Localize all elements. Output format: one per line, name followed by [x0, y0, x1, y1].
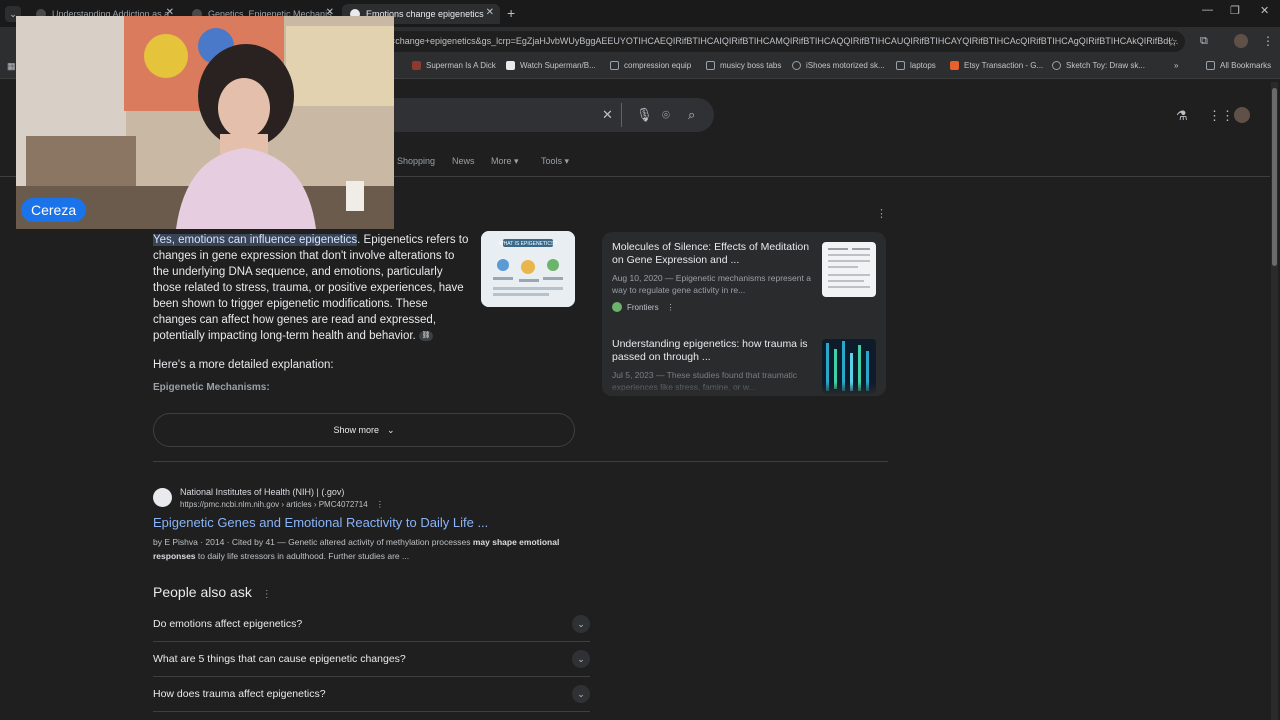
source-thumbnail[interactable]	[822, 242, 876, 297]
source-card-frontiers[interactable]: Molecules of Silence: Effects of Meditat…	[612, 241, 812, 312]
search-divider	[621, 103, 622, 127]
more-options-icon[interactable]: ⋮	[262, 589, 272, 600]
microphone-icon[interactable]: 🎙	[636, 107, 653, 123]
bookmark-musicy-boss-tabs[interactable]: musicy boss tabs	[706, 61, 781, 70]
all-bookmarks[interactable]: All Bookmarks	[1206, 61, 1271, 70]
globe-icon	[1052, 61, 1061, 70]
show-more-button[interactable]: Show more ⌄	[153, 413, 575, 447]
link-icon[interactable]: ⛓	[418, 330, 433, 341]
paa-question-2[interactable]: What are 5 things that can cause epigene…	[153, 642, 590, 677]
minimize-icon[interactable]: —	[1202, 4, 1213, 16]
bookmark-icon	[506, 61, 515, 70]
folder-icon	[610, 61, 619, 70]
etsy-icon	[950, 61, 959, 70]
profile-avatar[interactable]	[1234, 34, 1248, 48]
close-window-icon[interactable]: ✕	[1260, 4, 1269, 17]
result-snippet: by E Pishva · 2014 · Cited by 41 — Genet…	[153, 537, 560, 561]
source-publisher: Frontiers	[627, 302, 659, 312]
sources-panel: Molecules of Silence: Effects of Meditat…	[602, 232, 886, 396]
more-options-icon[interactable]: ⋮	[667, 303, 675, 312]
fade-overlay	[602, 382, 886, 396]
lens-camera-icon[interactable]: ⌾	[662, 107, 670, 123]
chevron-down-icon: ⌄	[386, 424, 395, 435]
overview-body: . Epigenetics refers to changes in gene …	[153, 234, 469, 342]
close-icon[interactable]: ✕	[486, 7, 494, 18]
star-icon[interactable]: ☆	[1167, 35, 1178, 49]
overview-menu-icon[interactable]: ⋮	[876, 207, 887, 220]
tab-shopping[interactable]: Shopping	[397, 156, 435, 166]
menu-icon[interactable]: ⋮	[1262, 34, 1274, 48]
tab-news[interactable]: News	[452, 156, 475, 166]
source-title: Molecules of Silence: Effects of Meditat…	[612, 241, 810, 266]
result-url[interactable]: https://pmc.ncbi.nlm.nih.gov › articles …	[180, 500, 384, 509]
caret-down-icon: ▾	[564, 156, 570, 166]
result-site-name: National Institutes of Health (NIH) | (.…	[180, 487, 345, 497]
more-bookmarks-icon[interactable]: »	[1174, 61, 1178, 70]
extensions-icon[interactable]: ⧉	[1200, 35, 1208, 48]
folder-icon	[1206, 61, 1215, 70]
bookmark-superman[interactable]: Superman Is A Dick	[412, 61, 496, 70]
apps-icon[interactable]: ▦	[7, 61, 16, 72]
infographic-image: WHAT IS EPIGENETICS?	[481, 231, 575, 307]
frontiers-logo-icon	[612, 302, 622, 312]
overview-thumbnail[interactable]: WHAT IS EPIGENETICS?	[481, 231, 575, 307]
source-snippet: Aug 10, 2020 — Epigenetic mechanisms rep…	[612, 273, 811, 295]
bookmark-watch-superman[interactable]: Watch Superman/B...	[506, 61, 596, 70]
tab-tools[interactable]: Tools ▾	[541, 156, 569, 167]
chevron-down-icon: ⌄	[572, 615, 590, 633]
nih-favicon-icon	[153, 488, 172, 507]
new-tab-button[interactable]: +	[507, 5, 515, 21]
google-apps-icon[interactable]: ⋮⋮	[1208, 108, 1234, 124]
paa-question-3[interactable]: How does trauma affect epigenetics? ⌄	[153, 677, 590, 712]
chevron-down-icon: ⌄	[572, 685, 590, 703]
globe-icon	[792, 61, 801, 70]
chevron-down-icon: ⌄	[572, 650, 590, 668]
bookmark-compression-equip[interactable]: compression equip	[610, 61, 691, 70]
paa-question-1[interactable]: Do emotions affect epigenetics? ⌄	[153, 607, 590, 642]
folder-icon	[706, 61, 715, 70]
bookmark-laptops[interactable]: laptops	[896, 61, 936, 70]
scrollbar-thumb[interactable]	[1272, 88, 1277, 266]
source-title: Understanding epigenetics: how trauma is…	[612, 338, 808, 363]
mechanisms-heading: Epigenetic Mechanisms:	[153, 382, 270, 393]
more-options-icon[interactable]: ⋮	[376, 500, 384, 509]
section-divider	[153, 461, 888, 462]
bookmark-etsy[interactable]: Etsy Transaction - G...	[950, 61, 1043, 70]
people-also-ask-title: People also ask ⋮	[153, 584, 272, 600]
thumb-label: WHAT IS EPIGENETICS?	[499, 241, 557, 247]
maximize-icon[interactable]: ❐	[1230, 4, 1240, 17]
url-text: =change+epigenetics&gs_lcrp=EgZjaHJvbWUy…	[390, 36, 1179, 46]
folder-icon	[896, 61, 905, 70]
detail-heading: Here's a more detailed explanation:	[153, 359, 334, 371]
search-icon[interactable]: ⌕	[688, 107, 695, 123]
streamer-name-badge: Cereza	[21, 198, 87, 222]
caret-down-icon: ▾	[514, 156, 519, 166]
bookmark-icon	[412, 61, 421, 70]
bookmark-ishoes[interactable]: iShoes motorized sk...	[792, 61, 885, 70]
overview-highlight: Yes, emotions can influence epigenetics	[153, 234, 358, 246]
labs-flask-icon[interactable]: ⚗	[1176, 108, 1188, 124]
clear-search-icon[interactable]: ✕	[602, 107, 613, 123]
ai-overview-text: Yes, emotions can influence epigenetics.…	[153, 232, 473, 344]
tab-more[interactable]: More ▾	[491, 156, 519, 167]
bookmark-sketch-toy[interactable]: Sketch Toy: Draw sk...	[1052, 61, 1145, 70]
result-title-link[interactable]: Epigenetic Genes and Emotional Reactivit…	[153, 515, 488, 530]
document-image	[828, 248, 870, 288]
account-avatar[interactable]	[1234, 107, 1250, 123]
